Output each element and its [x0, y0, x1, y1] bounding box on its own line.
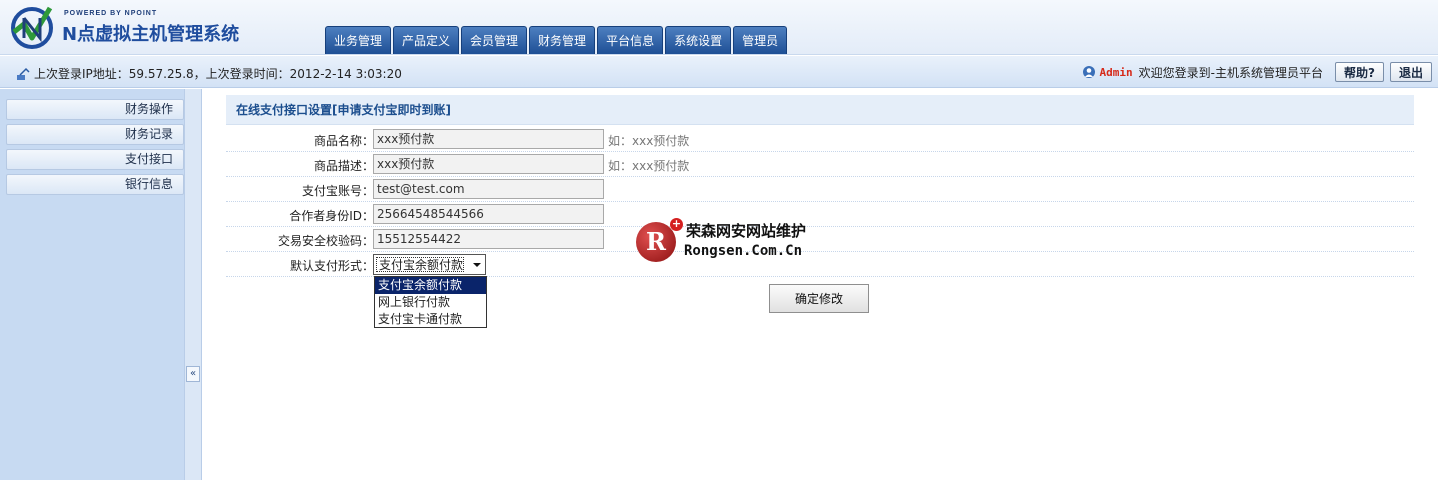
chevron-down-icon: [473, 263, 481, 267]
collapse-sidebar-button[interactable]: «: [186, 366, 200, 382]
tab-administrators[interactable]: 管理员: [733, 26, 788, 54]
payment-mode-dropdown: 支付宝余额付款 网上银行付款 支付宝卡通付款: [374, 276, 487, 328]
sidebar: 财务操作 财务记录 支付接口 银行信息: [0, 89, 184, 480]
logout-button[interactable]: 退出: [1389, 62, 1432, 82]
tab-system-settings[interactable]: 系统设置: [665, 26, 732, 54]
welcome-text: 欢迎您登录到-主机系统管理员平台: [1138, 65, 1324, 80]
dropdown-option[interactable]: 支付宝余额付款: [375, 277, 486, 294]
sidebar-item-payment-interface[interactable]: 支付接口: [6, 149, 184, 170]
network-icon: [17, 67, 30, 80]
plus-icon: +: [670, 217, 683, 231]
watermark: R + 荣森网安网站维护 Rongsen.Com.Cn: [636, 218, 836, 263]
sidebar-item-finance-records[interactable]: 财务记录: [6, 124, 184, 145]
info-bar: 上次登录IP地址：59.57.25.8，上次登录时间：2012-2-14 3:0…: [0, 56, 1438, 88]
watermark-text-cn: 荣森网安网站维护: [686, 222, 807, 240]
last-login-info: 上次登录IP地址：59.57.25.8，上次登录时间：2012-2-14 3:0…: [16, 65, 402, 82]
admin-name: Admin: [1099, 65, 1133, 79]
tab-products[interactable]: 产品定义: [393, 26, 460, 54]
sidebar-item-bank-info[interactable]: 银行信息: [6, 174, 184, 195]
partner-id-label: 合作者身份ID：: [289, 209, 374, 223]
watermark-text-en: Rongsen.Com.Cn: [684, 243, 803, 259]
logo-powered-text: POWERED BY NPOINT: [64, 10, 158, 17]
tab-finance[interactable]: 财务管理: [529, 26, 596, 54]
panel-title: 在线支付接口设置[申请支付宝即时到账]: [226, 95, 1414, 125]
form-row-product-name: 商品名称： xxx预付款 如：xxx预付款: [226, 127, 1414, 152]
product-name-input[interactable]: xxx预付款: [373, 129, 604, 149]
logo: POWERED BY NPOINT N点虚拟主机管理系统: [10, 6, 270, 50]
user-icon: [1082, 66, 1095, 78]
product-desc-hint: 如：xxx预付款: [608, 159, 690, 173]
form-row-alipay-account: 支付宝账号： test@test.com: [226, 177, 1414, 202]
tab-business[interactable]: 业务管理: [325, 26, 392, 54]
security-code-input[interactable]: 15512554422: [373, 229, 604, 249]
tab-platform-info[interactable]: 平台信息: [597, 26, 664, 54]
dropdown-option[interactable]: 支付宝卡通付款: [375, 311, 486, 328]
dropdown-option[interactable]: 网上银行付款: [375, 294, 486, 311]
watermark-logo-icon: R: [636, 222, 676, 262]
product-name-label: 商品名称：: [313, 134, 374, 148]
form-row-product-desc: 商品描述： xxx预付款 如：xxx预付款: [226, 152, 1414, 177]
help-button[interactable]: 帮助?: [1335, 62, 1384, 82]
payment-mode-selected: 支付宝余额付款: [376, 257, 464, 272]
sidebar-item-finance-operations[interactable]: 财务操作: [6, 99, 184, 120]
product-desc-input[interactable]: xxx预付款: [373, 154, 604, 174]
user-area: Admin 欢迎您登录到-主机系统管理员平台 帮助? 退出: [1082, 62, 1438, 82]
app-title: N点虚拟主机管理系统: [62, 24, 240, 45]
product-desc-label: 商品描述：: [313, 159, 374, 173]
app-header: POWERED BY NPOINT N点虚拟主机管理系统 业务管理 产品定义 会…: [0, 0, 1438, 55]
npoint-logo-icon: [11, 6, 53, 49]
sidebar-splitter[interactable]: [184, 89, 202, 480]
alipay-account-input[interactable]: test@test.com: [373, 179, 604, 199]
payment-mode-label: 默认支付形式：: [289, 259, 374, 273]
payment-mode-select[interactable]: 支付宝余额付款: [373, 254, 486, 275]
tab-members[interactable]: 会员管理: [461, 26, 528, 54]
partner-id-input[interactable]: 25664548544566: [373, 204, 604, 224]
main-nav: 业务管理 产品定义 会员管理 财务管理 平台信息 系统设置 管理员: [325, 26, 788, 54]
confirm-button[interactable]: 确定修改: [769, 284, 869, 313]
security-code-label: 交易安全校验码：: [277, 234, 374, 248]
product-name-hint: 如：xxx预付款: [608, 134, 690, 148]
alipay-account-label: 支付宝账号：: [301, 184, 374, 198]
last-login-text: 上次登录IP地址：59.57.25.8，上次登录时间：2012-2-14 3:0…: [34, 67, 402, 81]
